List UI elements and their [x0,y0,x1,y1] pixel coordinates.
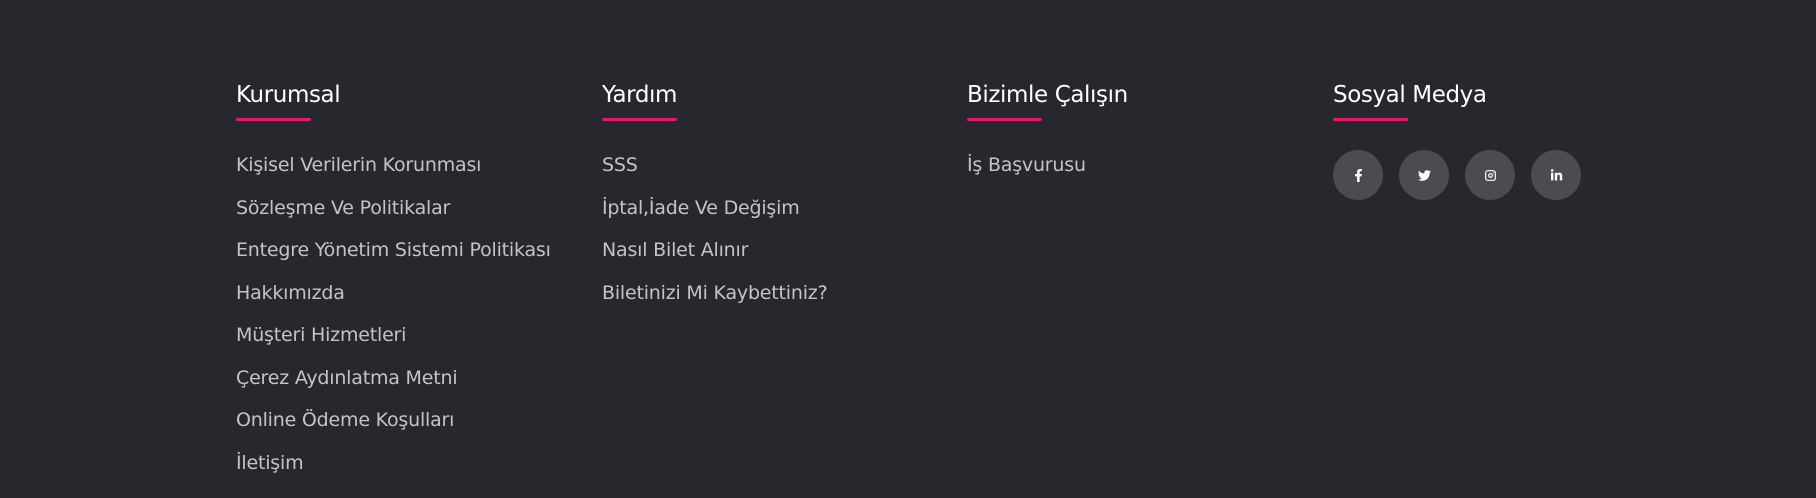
site-footer: Kurumsal Kişisel Verilerin Korunması Söz… [0,0,1816,498]
facebook-button[interactable] [1333,150,1383,200]
column-title-yardim: Yardım [602,82,678,108]
title-underline [1333,118,1408,121]
list-item: Nasıl Bilet Alınır [602,239,827,282]
link-sozlesme-ve-politikalar[interactable]: Sözleşme Ve Politikalar [236,197,450,219]
link-entegre-yonetim-sistemi[interactable]: Entegre Yönetim Sistemi Politikası [236,239,551,261]
link-hakkimizda[interactable]: Hakkımızda [236,282,345,304]
footer-column-kurumsal: Kurumsal Kişisel Verilerin Korunması Söz… [236,80,551,494]
link-kisisel-verilerin-korunmasi[interactable]: Kişisel Verilerin Korunması [236,154,481,176]
footer-column-yardim: Yardım SSS İptal,İade Ve Değişim Nasıl B… [602,80,828,325]
footer-column-sosyal-medya: Sosyal Medya [1333,80,1581,200]
twitter-icon [1417,169,1431,181]
list-item: Online Ödeme Koşulları [236,409,551,452]
title-underline [236,118,311,121]
list-item: Hakkımızda [236,282,551,325]
link-nasil-bilet-alinir[interactable]: Nasıl Bilet Alınır [602,239,748,261]
link-list-kurumsal: Kişisel Verilerin Korunması Sözleşme Ve … [236,154,551,494]
list-item: Kişisel Verilerin Korunması [236,154,551,197]
link-list-yardim: SSS İptal,İade Ve Değişim Nasıl Bilet Al… [602,154,828,325]
list-item: İletişim [236,452,551,495]
instagram-icon [1484,169,1496,181]
linkedin-button[interactable] [1531,150,1581,200]
list-item: Sözleşme Ve Politikalar [236,197,551,240]
list-item: Entegre Yönetim Sistemi Politikası [236,239,551,282]
instagram-button[interactable] [1465,150,1515,200]
link-online-odeme-kosullari[interactable]: Online Ödeme Koşulları [236,409,454,431]
title-underline [602,118,677,121]
list-item: SSS [602,154,827,197]
link-musteri-hizmetleri[interactable]: Müşteri Hizmetleri [236,324,406,346]
list-item: Müşteri Hizmetleri [236,324,551,367]
link-cerez-aydinlatma-metni[interactable]: Çerez Aydınlatma Metni [236,367,458,389]
list-item: Biletinizi Mi Kaybettiniz? [602,282,828,325]
column-title-kurumsal: Kurumsal [236,82,341,108]
link-list-kariyer: İş Başvurusu [967,154,1128,197]
twitter-button[interactable] [1399,150,1449,200]
title-underline [967,118,1042,121]
list-item: Çerez Aydınlatma Metni [236,367,551,410]
column-title-sosyal-medya: Sosyal Medya [1333,82,1487,108]
link-sss[interactable]: SSS [602,154,638,176]
list-item: İş Başvurusu [967,154,1128,197]
link-iletisim[interactable]: İletişim [236,452,304,474]
column-title-bizimle-calisin: Bizimle Çalışın [967,82,1128,108]
footer-column-bizimle-calisin: Bizimle Çalışın İş Başvurusu [967,80,1128,197]
social-links [1333,150,1581,200]
linkedin-icon [1550,168,1562,180]
facebook-icon [1354,168,1362,182]
list-item: İptal,İade Ve Değişim [602,197,827,240]
link-iptal-iade-degisim[interactable]: İptal,İade Ve Değişim [602,197,800,219]
link-is-basvurusu[interactable]: İş Başvurusu [967,154,1086,176]
link-biletinizi-mi-kaybettiniz[interactable]: Biletinizi Mi Kaybettiniz? [602,282,828,304]
